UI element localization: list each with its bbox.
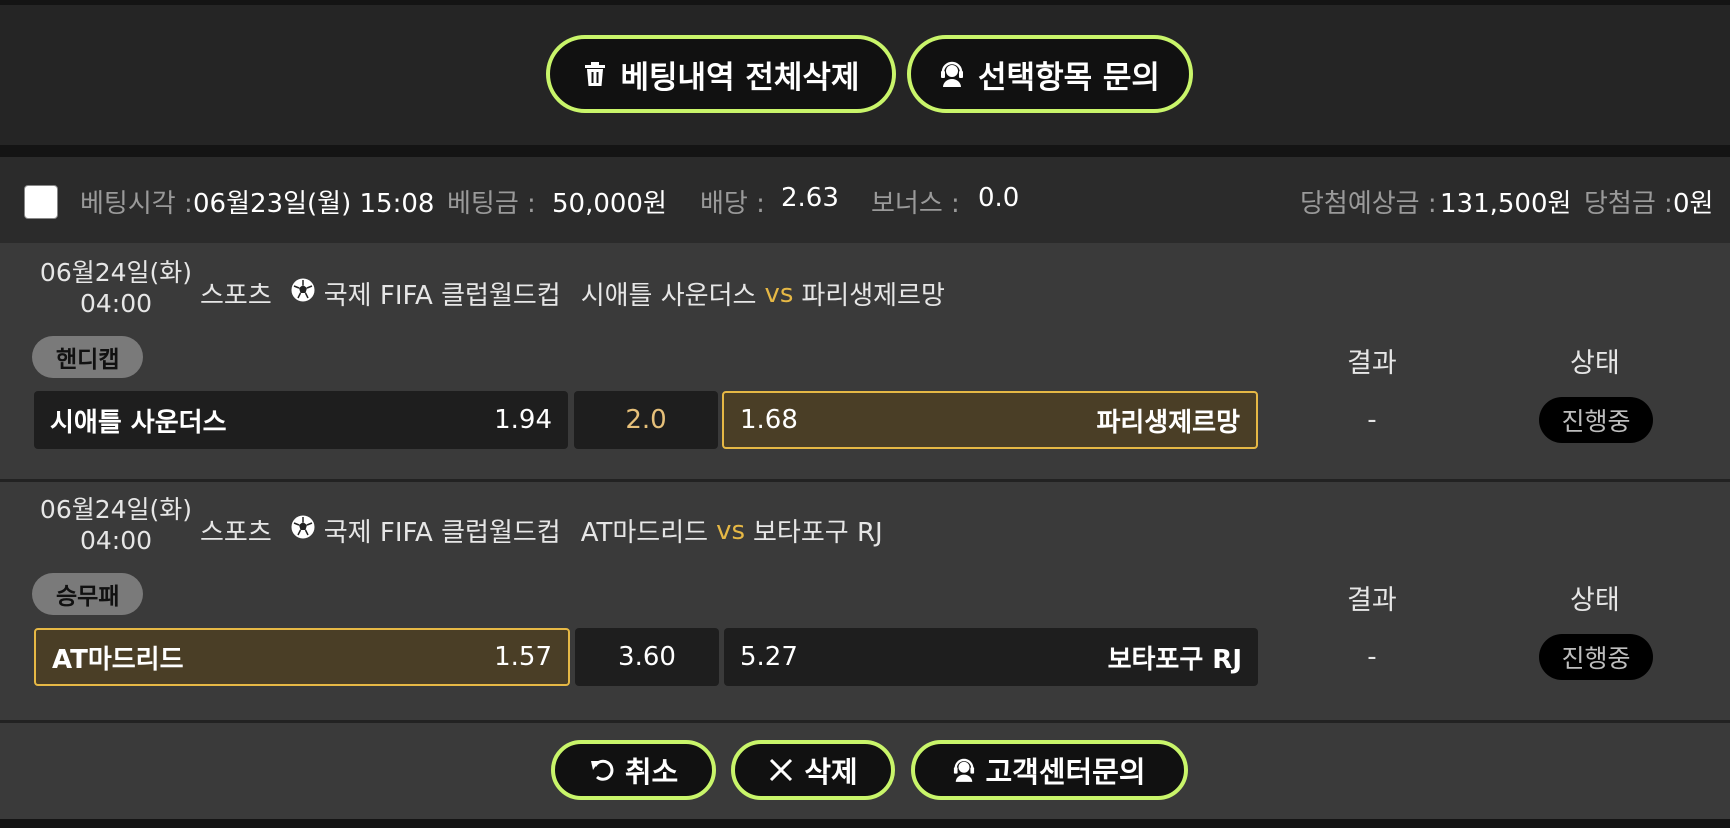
- status-badge: 진행중: [1539, 634, 1653, 680]
- bonus-value: 0.0: [978, 183, 1020, 213]
- bet-amount-value: 50,000원: [552, 189, 667, 219]
- match-time: 04:00: [79, 289, 153, 318]
- delete-label: 삭제: [804, 755, 858, 789]
- status-header: 상태: [1570, 348, 1620, 379]
- market-badge: 핸디캡: [32, 336, 144, 378]
- sport-label: 스포츠: [200, 518, 272, 548]
- away-odds: 1.68: [740, 405, 798, 435]
- win-amount-label: 당첨금 :: [1584, 189, 1673, 219]
- result-header: 결과: [1347, 348, 1397, 379]
- sport-label: 스포츠: [200, 281, 272, 311]
- away-team: 보타포구 RJ: [753, 518, 883, 548]
- away-odds-cell[interactable]: 1.68 파리생제르망: [722, 391, 1258, 449]
- home-name: AT마드리드: [52, 644, 184, 675]
- match-info: 스포츠 국제 FIFA 클럽월드컵 AT마드리드 vs 보타포구 RJ: [200, 512, 883, 549]
- customer-support-button[interactable]: 고객센터문의: [911, 740, 1188, 800]
- home-team: AT마드리드: [580, 518, 709, 548]
- away-odds-cell[interactable]: 5.27 보타포구 RJ: [724, 628, 1258, 686]
- league-name: 국제 FIFA 클럽월드컵: [323, 518, 561, 548]
- result-value: -: [1367, 405, 1377, 435]
- win-amount-value: 0원: [1673, 189, 1714, 219]
- match-datetime: 06월24일(화) 04:00: [36, 494, 196, 556]
- delete-button[interactable]: 삭제: [731, 740, 895, 800]
- trash-icon: [584, 62, 605, 86]
- draw-odds-cell[interactable]: 3.60: [575, 628, 719, 686]
- headset-icon: [954, 758, 975, 782]
- market-badge: 승무패: [32, 573, 144, 615]
- close-icon: [770, 758, 793, 782]
- bet-time-value: 06월23일(월) 15:08: [193, 189, 435, 219]
- inquire-selected-button[interactable]: 선택항목 문의: [907, 35, 1193, 113]
- undo-icon: [590, 759, 614, 781]
- result-header: 결과: [1347, 585, 1397, 616]
- status-badge: 진행중: [1539, 397, 1653, 443]
- bonus-label: 보너스 :: [871, 189, 960, 219]
- match-row: 06월24일(화) 04:00 스포츠 국제 FIFA 클럽월드컵 AT마드리드…: [0, 482, 1730, 718]
- away-team: 파리생제르망: [801, 281, 945, 311]
- delete-all-label: 베팅내역 전체삭제: [620, 59, 860, 96]
- match-info: 스포츠 국제 FIFA 클럽월드컵 시애틀 사운더스 vs 파리생제르망: [200, 275, 945, 312]
- footer-actions: 취소 삭제 고객센터문의: [0, 720, 1730, 819]
- handicap-cell[interactable]: 2.0: [574, 391, 718, 449]
- home-odds-cell[interactable]: AT마드리드 1.57: [34, 628, 570, 686]
- home-odds: 1.57: [494, 642, 552, 672]
- vs-label: vs: [716, 515, 745, 546]
- away-name: 보타포구 RJ: [1107, 644, 1242, 675]
- bet-time-label: 베팅시각 :: [80, 189, 193, 219]
- odds-value: 2.63: [781, 183, 839, 213]
- away-odds: 5.27: [740, 642, 798, 672]
- bet-amount-label: 베팅금 :: [447, 189, 536, 219]
- away-name: 파리생제르망: [1096, 407, 1240, 438]
- home-odds-cell[interactable]: 시애틀 사운더스 1.94: [34, 391, 568, 449]
- home-odds: 1.94: [494, 405, 552, 435]
- odds-label: 배당 :: [700, 189, 765, 219]
- match-time: 04:00: [79, 526, 153, 555]
- match-date: 06월24일(화): [39, 495, 193, 524]
- match-datetime: 06월24일(화) 04:00: [36, 257, 196, 319]
- result-value: -: [1367, 642, 1377, 672]
- vs-label: vs: [764, 278, 794, 309]
- league-name: 국제 FIFA 클럽월드컵: [323, 281, 561, 311]
- match-row: 06월24일(화) 04:00 스포츠 국제 FIFA 클럽월드컵 시애틀 사운…: [0, 243, 1730, 479]
- top-toolbar: 베팅내역 전체삭제 선택항목 문의: [0, 5, 1730, 145]
- match-date: 06월24일(화): [39, 258, 193, 287]
- headset-icon: [941, 61, 964, 87]
- support-label: 고객센터문의: [985, 755, 1146, 789]
- status-header: 상태: [1570, 585, 1620, 616]
- handicap-value: 2.0: [625, 405, 667, 435]
- expected-win-label: 당첨예상금 :: [1300, 189, 1437, 219]
- home-team: 시애틀 사운더스: [580, 281, 757, 311]
- inquire-selected-label: 선택항목 문의: [978, 59, 1160, 96]
- delete-all-button[interactable]: 베팅내역 전체삭제: [546, 35, 896, 113]
- home-name: 시애틀 사운더스: [50, 407, 227, 438]
- draw-odds: 3.60: [618, 642, 676, 672]
- bet-select-checkbox[interactable]: [24, 185, 58, 219]
- expected-win-value: 131,500원: [1440, 189, 1572, 219]
- bet-slip-card: 베팅시각 : 06월23일(월) 15:08 베팅금 : 50,000원 배당 …: [0, 157, 1730, 816]
- soccer-ball-icon: [290, 277, 316, 310]
- cancel-button[interactable]: 취소: [551, 740, 716, 800]
- bet-summary-header: 베팅시각 : 06월23일(월) 15:08 베팅금 : 50,000원 배당 …: [0, 157, 1730, 243]
- soccer-ball-icon: [290, 514, 316, 547]
- cancel-label: 취소: [624, 755, 679, 789]
